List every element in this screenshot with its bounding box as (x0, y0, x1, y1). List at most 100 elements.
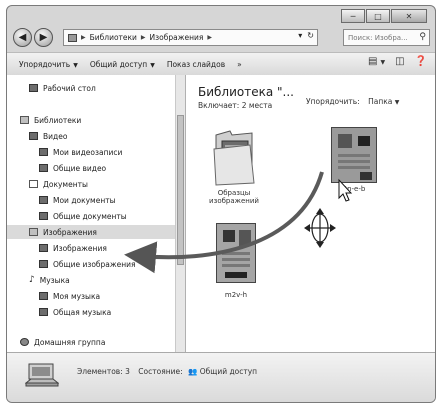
view-options-icon[interactable]: ▤ (368, 56, 377, 67)
nav-item-desktop[interactable]: Рабочий стол (29, 81, 96, 95)
breadcrumb-pictures[interactable]: Изображения (150, 33, 204, 42)
nav-item-label: Общая музыка (53, 307, 112, 317)
nav-item-label: Изображения (43, 227, 97, 237)
share-menu[interactable]: Общий доступ ▼ (90, 60, 155, 69)
state-value: Общий доступ (199, 367, 258, 376)
nav-item-public-documents[interactable]: Общие документы (39, 209, 127, 223)
organize-menu[interactable]: Упорядочить ▼ (19, 60, 78, 69)
library-icon (20, 116, 29, 124)
nav-item-my-documents[interactable]: Мои документы (39, 193, 116, 207)
nav-item-label: Видео (43, 131, 68, 141)
share-label: Общий доступ (89, 59, 148, 69)
refresh-icon[interactable]: ↻ (307, 31, 314, 40)
chevron-down-icon: ▼ (394, 99, 400, 106)
breadcrumb-separator-icon: ▶ (140, 34, 146, 41)
organize-label: Упорядочить (19, 59, 71, 69)
nav-item-label: Общие видео (53, 163, 107, 173)
nav-item-documents[interactable]: Документы (29, 177, 88, 191)
arrange-by: Упорядочить: Папка ▼ (306, 97, 399, 106)
nav-item-my-music[interactable]: Моя музыка (39, 289, 100, 303)
content-pane: Библиотека "... Включает: 2 места Упоряд… (186, 75, 435, 354)
chevron-down-icon: ▼ (73, 61, 78, 69)
library-title: Библиотека "... (198, 85, 294, 99)
back-button[interactable]: ◀ (13, 28, 32, 47)
breadcrumb-libraries[interactable]: Библиотеки (90, 33, 137, 42)
folder-icon (39, 260, 48, 268)
folder-icon (39, 164, 48, 172)
library-includes[interactable]: Включает: 2 места (198, 101, 294, 110)
video-library-icon (29, 132, 38, 140)
nav-item-label: Мои видеозаписи (53, 147, 123, 157)
nav-item-pictures[interactable]: Изображения (7, 225, 176, 239)
close-button[interactable]: ✕ (391, 9, 427, 23)
folder-icon (39, 308, 48, 316)
nav-scrollbar[interactable] (175, 75, 185, 354)
forward-arrow-icon: ▶ (39, 32, 48, 43)
chevron-down-icon: ▼ (150, 61, 155, 69)
command-toolbar: Упорядочить ▼ Общий доступ ▼ Показ слайдов… (7, 52, 435, 76)
file-item[interactable]: 2n-e-b (324, 127, 384, 193)
nav-item-label: Документы (43, 179, 88, 189)
nav-item-my-videos[interactable]: Мои видеозаписи (39, 145, 122, 159)
details-pane: Элементов: 3 Состояние: 👥 Общий доступ (7, 352, 435, 402)
search-placeholder: Поиск: Изобра... (348, 33, 408, 42)
search-input[interactable]: Поиск: Изобра... ⚲ (343, 29, 430, 46)
address-bar[interactable]: ▶ Библиотеки ▶ Изображения ▶ ▾ ↻ (63, 29, 318, 46)
library-header: Библиотека "... Включает: 2 места (198, 85, 294, 110)
arrange-value: Папка (368, 97, 393, 106)
chevron-down-icon[interactable]: ▼ (380, 59, 385, 67)
music-library-icon: ♪ (29, 275, 35, 285)
state-label: Состояние: (138, 367, 183, 376)
folder-icon (39, 196, 48, 204)
arrange-dropdown[interactable]: Папка ▼ (368, 97, 399, 106)
nav-item-public-music[interactable]: Общая музыка (39, 305, 111, 319)
pictures-library-icon (29, 228, 38, 236)
pictures-library-icon (68, 33, 77, 42)
scrollbar-thumb[interactable] (177, 115, 184, 265)
minimize-button[interactable]: ─ (341, 9, 365, 23)
nav-item-my-pictures[interactable]: Изображения (39, 241, 107, 255)
motherboard-thumbnail-icon (216, 223, 256, 283)
more-commands-button[interactable]: » (237, 60, 242, 69)
homegroup-icon (20, 338, 29, 346)
file-item[interactable]: m2v-h (206, 223, 266, 299)
folder-icon (39, 212, 48, 220)
maximize-button[interactable]: □ (366, 9, 390, 23)
folder-thumbnail-icon (213, 130, 255, 186)
navigation-bar: ◀ ▶ ▶ Библиотеки ▶ Изображения ▶ ▾ ↻ Пои… (11, 26, 431, 50)
nav-item-label: Общие изображения (53, 259, 136, 269)
breadcrumb-separator-icon: ▶ (81, 34, 86, 41)
address-dropdown-icon[interactable]: ▾ (298, 31, 302, 40)
nav-item-music[interactable]: ♪ Музыка (29, 273, 70, 287)
preview-pane-icon[interactable]: ◫ (395, 56, 404, 67)
search-icon[interactable]: ⚲ (419, 32, 426, 42)
navigation-pane: Рабочий стол Библиотеки Видео Мои видеоз… (7, 75, 186, 354)
explorer-window: ─ □ ✕ ◀ ▶ ▶ Библиотеки ▶ Изображения ▶ ▾… (6, 5, 436, 403)
file-item[interactable]: Образцы изображений (204, 125, 264, 205)
file-label: 2n-e-b (342, 185, 366, 193)
nav-item-public-pictures[interactable]: Общие изображения (39, 257, 136, 271)
folder-icon (29, 84, 38, 92)
nav-item-public-videos[interactable]: Общие видео (39, 161, 106, 175)
motherboard-thumbnail-icon (331, 127, 377, 183)
caption-buttons: ─ □ ✕ (340, 9, 427, 23)
arrange-label: Упорядочить: (306, 97, 360, 106)
nav-item-video[interactable]: Видео (29, 129, 67, 143)
item-count: Элементов: 3 (77, 367, 130, 376)
computer-icon (25, 363, 59, 387)
slideshow-button[interactable]: Показ слайдов (167, 60, 225, 69)
file-label: m2v-h (224, 291, 248, 299)
nav-item-label: Общие документы (53, 211, 127, 221)
status-text: Элементов: 3 Состояние: 👥 Общий доступ (77, 367, 257, 376)
folder-icon (39, 148, 48, 156)
back-arrow-icon: ◀ (18, 32, 27, 43)
nav-item-libraries[interactable]: Библиотеки (20, 113, 81, 127)
breadcrumb-separator-icon: ▶ (207, 34, 213, 41)
nav-item-homegroup[interactable]: Домашняя группа (20, 335, 105, 349)
folder-icon (39, 244, 48, 252)
help-icon[interactable]: ❓ (415, 56, 427, 67)
nav-item-label: Рабочий стол (43, 83, 96, 93)
nav-item-label: Библиотеки (34, 115, 82, 125)
forward-button[interactable]: ▶ (34, 28, 53, 47)
nav-item-label: Изображения (53, 243, 107, 253)
